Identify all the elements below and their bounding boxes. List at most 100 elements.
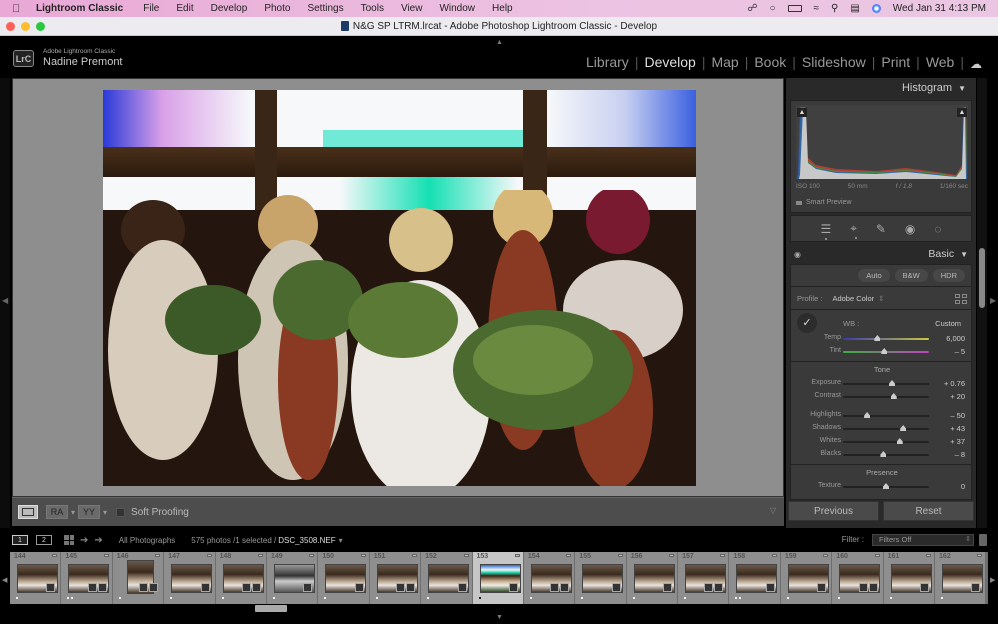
slider-knob[interactable] xyxy=(890,393,897,399)
thumbnail-badge-icon[interactable] xyxy=(257,554,263,557)
module-book[interactable]: Book xyxy=(748,54,792,70)
rating-star-icon[interactable] xyxy=(739,597,742,599)
filmstrip-thumbnail[interactable]: 151 xyxy=(369,552,422,604)
thumbnail-badge-icon[interactable] xyxy=(206,554,212,557)
slider-knob[interactable] xyxy=(864,412,871,418)
slider-value[interactable]: + 0.76 xyxy=(944,379,965,388)
siri-icon[interactable] xyxy=(871,4,881,13)
black-white-button[interactable]: B&W xyxy=(894,269,928,282)
rating-star-icon[interactable] xyxy=(889,597,892,599)
before-after-left-right-button[interactable]: RA xyxy=(46,505,68,519)
thumbnail-badge-icon[interactable] xyxy=(926,554,932,557)
before-after-top-bottom-button[interactable]: YY xyxy=(78,505,101,519)
forward-arrow-icon[interactable]: ➔ xyxy=(94,535,102,546)
thumbnail-badge-icon[interactable] xyxy=(463,554,469,557)
filmstrip-thumbnail[interactable]: 160 xyxy=(832,552,884,604)
thumbnail-badge-icon[interactable] xyxy=(617,554,623,557)
edit-sliders-icon[interactable]: ☰ xyxy=(820,222,831,240)
wifi-icon[interactable]: ≈ xyxy=(814,3,820,14)
shadow-clipping-toggle[interactable]: ▲ xyxy=(797,108,807,117)
thumbnail-badge-icon[interactable] xyxy=(103,554,109,557)
expand-left-panel-icon[interactable]: ◀ xyxy=(2,296,8,305)
thumbnail-badge-icon[interactable] xyxy=(566,554,572,557)
filmstrip-thumbnail[interactable]: 145 xyxy=(61,552,113,604)
slider-track[interactable] xyxy=(843,412,929,418)
filmstrip-thumbnail[interactable]: 144 xyxy=(10,552,62,604)
menu-photo[interactable]: Photo xyxy=(264,3,290,14)
scrollbar-thumb[interactable] xyxy=(979,248,985,308)
soft-proofing-checkbox[interactable] xyxy=(116,507,126,517)
masking-tool-icon[interactable]: ◌ xyxy=(934,222,941,236)
slider-value[interactable]: – 8 xyxy=(955,450,965,459)
rating-star-icon[interactable] xyxy=(529,597,532,599)
toolbar-content-menu-icon[interactable]: ▽ xyxy=(770,506,776,515)
filmstrip-scrollbar[interactable] xyxy=(10,604,988,613)
left-panel-edge[interactable]: ◀ xyxy=(0,78,10,528)
rating-star-icon[interactable] xyxy=(581,597,584,599)
filmstrip-thumbnail[interactable]: 162 xyxy=(935,552,987,604)
spotlight-search-icon[interactable]: ⚲ xyxy=(831,3,838,14)
slider-shadows[interactable]: Shadows + 43 xyxy=(791,423,971,435)
filter-lock-toggle[interactable] xyxy=(979,534,987,546)
slider-knob[interactable] xyxy=(874,335,881,341)
thumbnail-badge-icon[interactable] xyxy=(309,554,315,557)
slider-track[interactable] xyxy=(843,451,929,457)
thumbnail-badge-icon[interactable] xyxy=(155,554,161,557)
profile-select-arrow-icon[interactable]: ⇕ xyxy=(878,294,884,303)
rating-star-icon[interactable] xyxy=(632,597,635,599)
collapse-right-panel-icon[interactable]: ▶ xyxy=(990,296,996,305)
filename-dropdown-icon[interactable]: ▾ xyxy=(339,536,343,545)
slider-track[interactable] xyxy=(843,348,929,354)
filmstrip-thumbnail[interactable]: 148 xyxy=(215,552,267,604)
creative-cloud-warning-icon[interactable]: ☍ xyxy=(747,3,757,14)
menu-tools[interactable]: Tools xyxy=(361,3,384,14)
rating-star-icon[interactable] xyxy=(941,597,944,599)
rating-star-icon[interactable] xyxy=(478,597,481,599)
filmstrip-thumbnail[interactable]: 159 xyxy=(780,552,833,604)
back-arrow-icon[interactable]: ➔ xyxy=(80,535,88,546)
filmstrip-thumbnail[interactable]: 152 xyxy=(421,552,473,604)
slider-highlights[interactable]: Highlights – 50 xyxy=(791,410,971,422)
menu-view[interactable]: View xyxy=(401,3,423,14)
close-window-button[interactable] xyxy=(6,22,15,31)
rating-star-icon[interactable] xyxy=(67,597,70,599)
cloud-sync-icon[interactable]: ☁ xyxy=(970,57,984,71)
histogram-header[interactable]: Histogram ▼ xyxy=(786,78,976,98)
slider-whites[interactable]: Whites + 37 xyxy=(791,436,971,448)
rating-star-icon[interactable] xyxy=(221,597,224,599)
reset-button[interactable]: Reset xyxy=(883,501,974,521)
previous-button[interactable]: Previous xyxy=(788,501,879,521)
rating-star-icon[interactable] xyxy=(838,597,841,599)
slider-track[interactable] xyxy=(843,393,929,399)
rating-star-icon[interactable] xyxy=(324,597,327,599)
apple-menu-icon[interactable]:  xyxy=(12,3,26,15)
rating-star-icon[interactable] xyxy=(170,597,173,599)
slider-track[interactable] xyxy=(843,425,929,431)
slider-temp[interactable]: Temp 6,000 xyxy=(791,333,971,345)
photo-preview[interactable] xyxy=(103,90,696,486)
collapse-top-panel-icon[interactable]: ▲ xyxy=(496,39,503,46)
thumbnail-badge-icon[interactable] xyxy=(720,554,726,557)
filmstrip-right-toggle-icon[interactable]: ▶ xyxy=(990,576,995,584)
secondary-window-button[interactable]: 2 xyxy=(36,535,52,545)
slider-knob[interactable] xyxy=(883,483,889,489)
rating-star-icon[interactable] xyxy=(16,597,18,599)
slider-knob[interactable] xyxy=(880,451,887,457)
module-develop[interactable]: Develop xyxy=(638,54,701,70)
source-label[interactable]: All Photographs xyxy=(119,536,175,545)
profile-browser-icon[interactable] xyxy=(955,293,967,304)
filter-select[interactable]: Filters Off xyxy=(872,534,974,546)
filmstrip-thumbnail[interactable]: 161 xyxy=(883,552,936,604)
slider-value[interactable]: + 20 xyxy=(950,392,965,401)
menu-settings[interactable]: Settings xyxy=(307,3,343,14)
wb-select[interactable]: Custom xyxy=(935,319,961,328)
filmstrip-thumbnail[interactable]: 154 xyxy=(523,552,576,604)
before-after-swap-dropdown-icon[interactable]: ▾ xyxy=(103,508,107,517)
soft-proofing-toggle[interactable]: Soft Proofing xyxy=(116,507,189,518)
thumbnail-badge-icon[interactable] xyxy=(874,554,880,557)
module-map[interactable]: Map xyxy=(705,54,744,70)
slider-track[interactable] xyxy=(843,335,929,341)
healing-tool-icon[interactable]: ✎ xyxy=(876,222,886,236)
collapse-histogram-icon[interactable]: ▼ xyxy=(958,84,966,93)
highlight-clipping-toggle[interactable]: ▲ xyxy=(957,108,967,117)
